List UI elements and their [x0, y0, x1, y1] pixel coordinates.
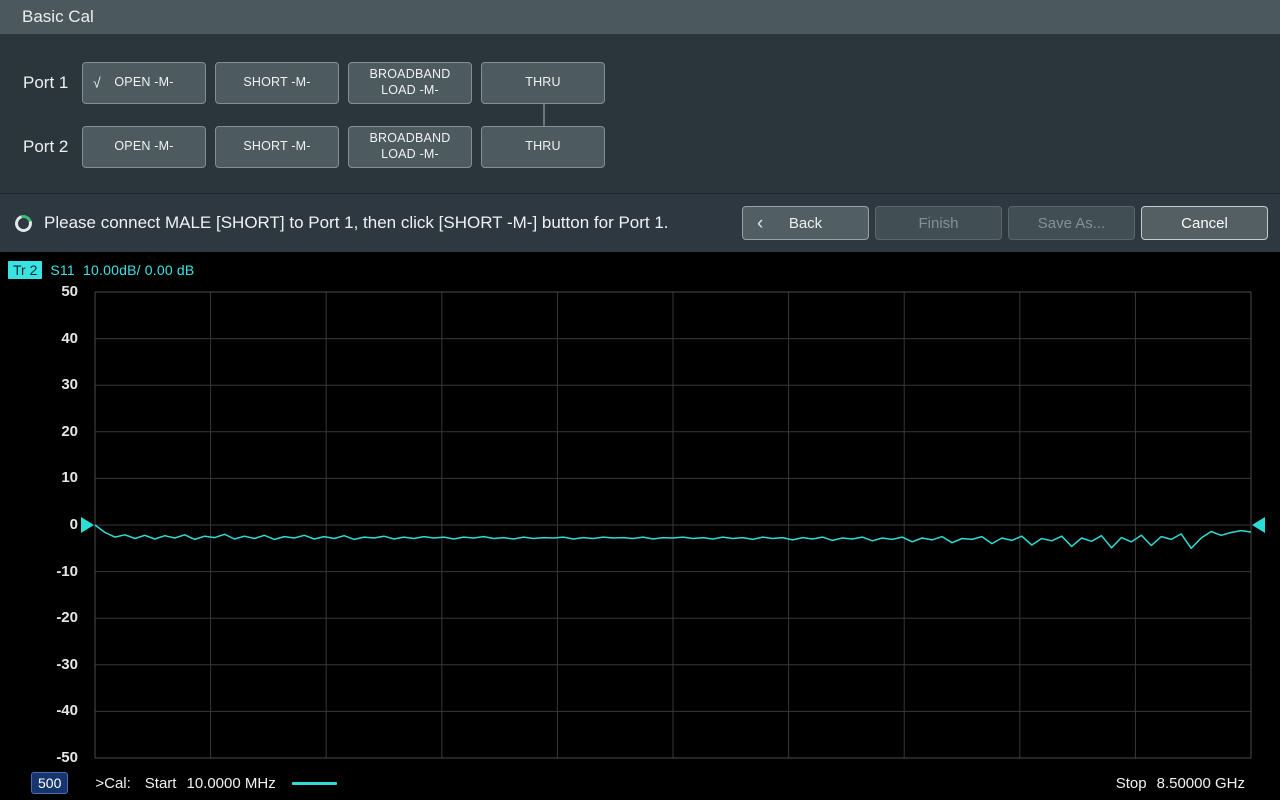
port2-broadband-load-label: BROADBAND LOAD -M- [360, 131, 460, 162]
stop-freq-group: Stop 8.50000 GHz [1116, 775, 1245, 792]
y-axis-tick-label: 10 [30, 469, 78, 486]
y-axis-tick-label: 20 [30, 423, 78, 440]
instruction-text: Please connect MALE [SHORT] to Port 1, t… [44, 213, 669, 233]
trace-legend-line [292, 782, 337, 785]
y-axis-tick-label: -30 [30, 656, 78, 673]
port1-row: Port 1 √ OPEN -M- SHORT -M- BROADBAND LO… [0, 62, 1280, 104]
trace-display-area: Tr 2 S11 10.00dB/ 0.00 dB 50403020100-10… [0, 252, 1280, 800]
save-as-button[interactable]: Save As... [1008, 206, 1135, 240]
port2-short-label: SHORT -M- [243, 139, 310, 155]
y-axis-tick-label: 30 [30, 376, 78, 393]
start-freq-value: 10.0000 MHz [186, 775, 275, 792]
port1-thru-button[interactable]: THRU [481, 62, 605, 104]
busy-spinner-icon [12, 212, 35, 235]
dialog-titlebar: Basic Cal [0, 0, 1280, 34]
dialog-title: Basic Cal [22, 7, 94, 27]
basic-cal-dialog: Basic Cal Port 1 √ OPEN -M- SHORT -M- BR… [0, 0, 1280, 800]
y-axis-tick-label: 50 [30, 283, 78, 300]
y-axis-tick-label: -10 [30, 563, 78, 580]
cal-standards-section: Port 1 √ OPEN -M- SHORT -M- BROADBAND LO… [0, 34, 1280, 193]
stop-freq-value: 8.50000 GHz [1157, 775, 1245, 792]
y-axis-tick-label: 40 [30, 330, 78, 347]
port1-short-button[interactable]: SHORT -M- [215, 62, 339, 104]
back-button-label: Back [789, 215, 822, 232]
port2-open-button[interactable]: OPEN -M- [82, 126, 206, 168]
stop-freq-label: Stop [1116, 775, 1147, 792]
port1-label: Port 1 [0, 73, 82, 93]
port2-short-button[interactable]: SHORT -M- [215, 126, 339, 168]
port2-thru-label: THRU [525, 139, 561, 155]
ref-level-marker-right [1252, 517, 1265, 533]
y-axis-tick-label: 0 [30, 516, 78, 533]
sweep-points-badge[interactable]: 500 [31, 772, 68, 794]
port1-broadband-load-button[interactable]: BROADBAND LOAD -M- [348, 62, 472, 104]
port2-broadband-load-button[interactable]: BROADBAND LOAD -M- [348, 126, 472, 168]
port2-row: Port 2 OPEN -M- SHORT -M- BROADBAND LOAD… [0, 126, 1280, 168]
port2-thru-button[interactable]: THRU [481, 126, 605, 168]
port1-thru-label: THRU [525, 75, 561, 91]
y-axis-tick-label: -40 [30, 702, 78, 719]
cancel-button[interactable]: Cancel [1141, 206, 1268, 240]
thru-connector-line [543, 104, 545, 128]
port1-open-label: OPEN -M- [114, 75, 173, 91]
cancel-button-label: Cancel [1181, 215, 1228, 232]
trace-plot [0, 252, 1280, 800]
check-icon: √ [93, 74, 101, 92]
y-axis-tick-label: -50 [30, 749, 78, 766]
ref-level-marker-left [81, 517, 94, 533]
port1-open-button[interactable]: √ OPEN -M- [82, 62, 206, 104]
y-axis-tick-label: -20 [30, 609, 78, 626]
finish-button[interactable]: Finish [875, 206, 1002, 240]
port1-short-label: SHORT -M- [243, 75, 310, 91]
port2-open-label: OPEN -M- [114, 139, 173, 155]
cal-state-label: >Cal: [95, 775, 130, 792]
save-as-button-label: Save As... [1038, 215, 1106, 232]
instruction-bar: Please connect MALE [SHORT] to Port 1, t… [0, 193, 1280, 252]
start-freq-label: Start [145, 775, 177, 792]
status-bar: 500 >Cal: Start 10.0000 MHz Stop 8.50000… [0, 766, 1280, 800]
chevron-left-icon: ‹ [757, 214, 763, 233]
finish-button-label: Finish [918, 215, 958, 232]
back-button[interactable]: ‹ Back [742, 206, 869, 240]
port1-broadband-load-label: BROADBAND LOAD -M- [360, 67, 460, 98]
wizard-action-buttons: ‹ Back Finish Save As... Cancel [742, 206, 1268, 240]
port2-label: Port 2 [0, 137, 82, 157]
